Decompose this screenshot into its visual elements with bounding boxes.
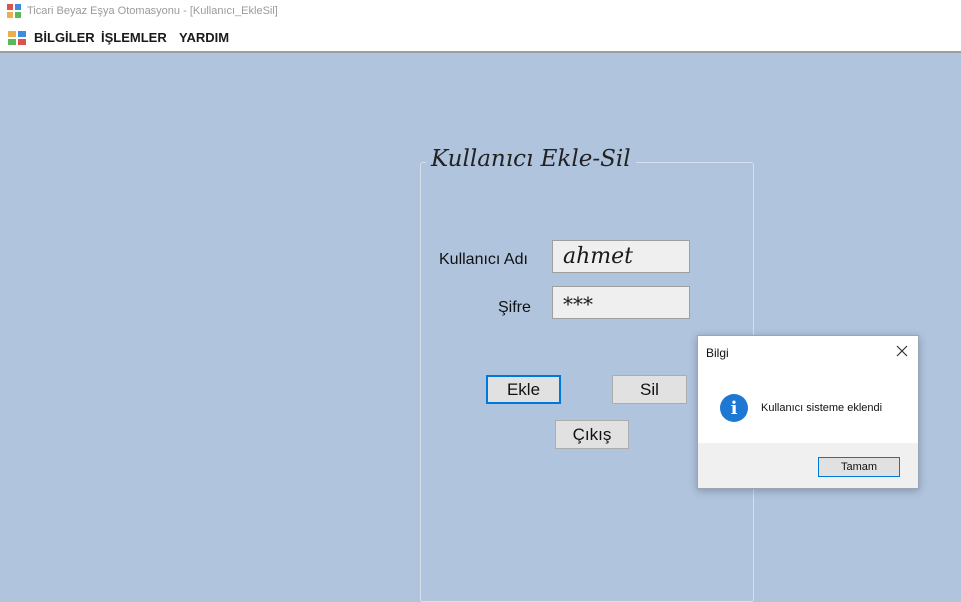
group-title: Kullanıcı Ekle-Sil	[426, 146, 636, 172]
username-value: ahmet	[563, 244, 634, 269]
dialog-title: Bilgi	[706, 346, 729, 360]
username-label: Kullanıcı Adı	[439, 251, 528, 268]
info-dialog: Bilgi i Kullanıcı sisteme eklendi Tamam	[697, 335, 919, 489]
exit-button[interactable]: Çıkış	[555, 420, 629, 449]
password-value: ***	[563, 292, 593, 316]
menu-bilgiler[interactable]: BİLGİLER	[34, 30, 95, 45]
window-title: Ticari Beyaz Eşya Otomasyonu - [Kullanıc…	[27, 5, 278, 17]
menu-yardim[interactable]: YARDIM	[179, 30, 229, 45]
add-button[interactable]: Ekle	[486, 375, 561, 404]
info-icon: i	[720, 394, 748, 422]
menu-islemler[interactable]: İŞLEMLER	[101, 30, 167, 45]
dialog-footer: Tamam	[698, 443, 918, 488]
dialog-message: Kullanıcı sisteme eklendi	[761, 402, 883, 414]
password-field[interactable]: ***	[552, 286, 690, 319]
close-icon[interactable]	[894, 343, 910, 359]
menubar: BİLGİLER İŞLEMLER YARDIM	[0, 25, 961, 53]
mdi-window-icon[interactable]	[8, 31, 26, 45]
app-window-icon	[7, 4, 21, 18]
username-field[interactable]: ahmet	[552, 240, 690, 273]
password-label: Şifre	[498, 299, 531, 316]
delete-button[interactable]: Sil	[612, 375, 687, 404]
ok-button[interactable]: Tamam	[818, 457, 900, 477]
window-titlebar: Ticari Beyaz Eşya Otomasyonu - [Kullanıc…	[0, 0, 961, 25]
